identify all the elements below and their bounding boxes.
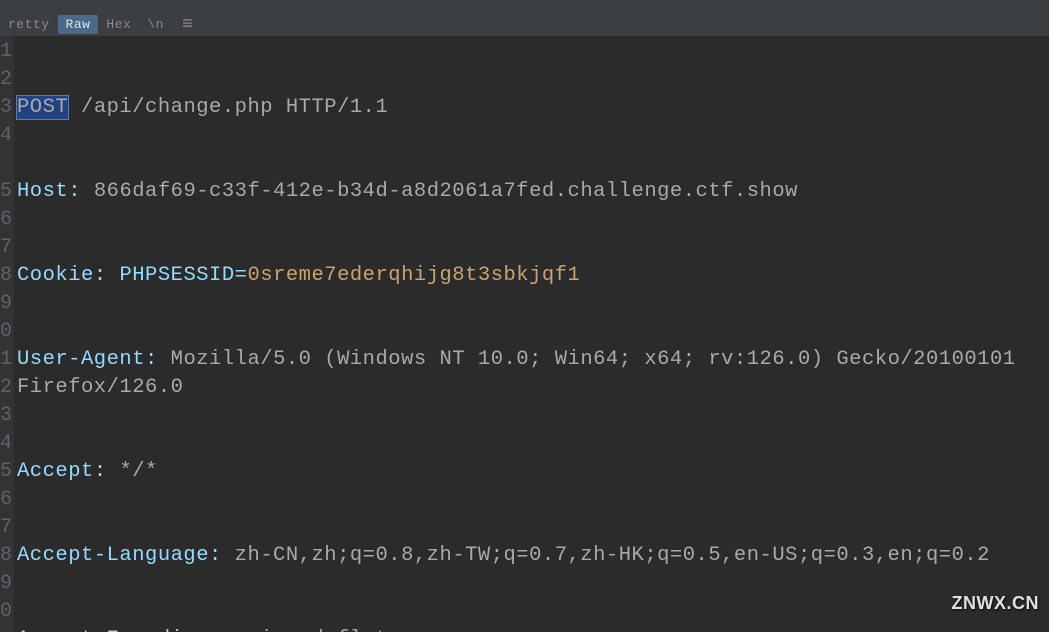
line-number: 5 [0,458,12,486]
line-number [0,150,12,178]
line-number: 3 [0,94,12,122]
view-tabs: retty Raw Hex \n ≡ [0,13,1049,36]
http-editor[interactable]: 1 2 3 4 5 6 7 8 9 0 1 2 3 4 5 6 7 8 9 0 … [0,36,1049,632]
tab-raw[interactable]: Raw [58,15,99,34]
line-number: 5 [0,178,12,206]
editor-content[interactable]: POST /api/change.php HTTP/1.1 Host: 866d… [14,36,1049,632]
tab-pretty[interactable]: retty [0,15,58,34]
request-path: /api/change.php [81,96,273,119]
header-name-accept: Accept [17,460,94,483]
request-line[interactable]: POST /api/change.php HTTP/1.1 [17,94,1049,122]
line-number: 2 [0,374,12,402]
line-number: 0 [0,318,12,346]
header-name-acceptenc: Accept-Encoding [17,628,209,632]
header-line[interactable]: User-Agent: Mozilla/5.0 (Windows NT 10.0… [17,346,1049,402]
http-protocol: HTTP/1.1 [286,96,388,119]
line-number: 8 [0,542,12,570]
line-number: 1 [0,346,12,374]
window-top-strip [0,0,1049,13]
header-value-accept: */* [119,460,157,483]
line-number: 1 [0,38,12,66]
cookie-value: 0sreme7ederqhijg8t3sbkjqf1 [247,264,580,287]
line-number: 6 [0,486,12,514]
watermark: ZNWX.CN [952,593,1040,614]
line-number: 3 [0,402,12,430]
header-line[interactable]: Cookie: PHPSESSID=0sreme7ederqhijg8t3sbk… [17,262,1049,290]
header-value-host: 866daf69-c33f-412e-b34d-a8d2061a7fed.cha… [94,180,798,203]
line-number: 0 [0,598,12,626]
line-number: 9 [0,570,12,598]
header-name-host: Host [17,180,68,203]
header-value-useragent: Mozilla/5.0 (Windows NT 10.0; Win64; x64… [17,348,1028,399]
header-value-acceptlang: zh-CN,zh;q=0.8,zh-TW;q=0.7,zh-HK;q=0.5,e… [235,544,990,567]
line-number: 7 [0,514,12,542]
header-name-cookie: Cookie [17,264,94,287]
line-number: 4 [0,430,12,458]
line-number: 7 [0,234,12,262]
cookie-key: PHPSESSID [119,264,234,287]
header-value-acceptenc: gzip, deflate [235,628,401,632]
line-number: 8 [0,262,12,290]
tab-hex[interactable]: Hex [98,15,139,34]
tab-newline[interactable]: \n [139,15,172,34]
line-number: 9 [0,290,12,318]
tab-menu-icon[interactable]: ≡ [182,15,193,35]
header-name-useragent: User-Agent [17,348,145,371]
header-line[interactable]: Accept: */* [17,458,1049,486]
line-number: 6 [0,206,12,234]
line-number: 2 [0,66,12,94]
line-number: 4 [0,122,12,150]
header-line[interactable]: Accept-Language: zh-CN,zh;q=0.8,zh-TW;q=… [17,542,1049,570]
header-name-acceptlang: Accept-Language [17,544,209,567]
header-line[interactable]: Host: 866daf69-c33f-412e-b34d-a8d2061a7f… [17,178,1049,206]
header-line[interactable]: Accept-Encoding: gzip, deflate [17,626,1049,632]
line-number-gutter: 1 2 3 4 5 6 7 8 9 0 1 2 3 4 5 6 7 8 9 0 [0,36,14,632]
http-method: POST [17,96,68,119]
